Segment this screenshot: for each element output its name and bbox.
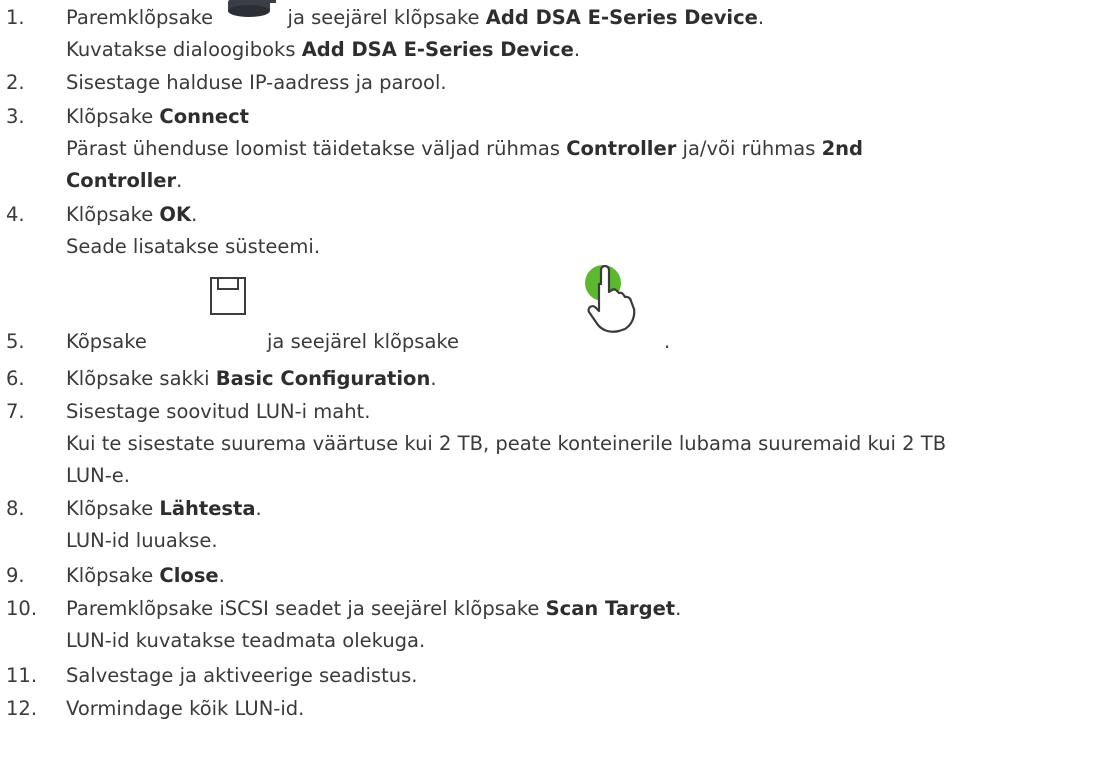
step-line: LUN-id kuvatakse teadmata olekuga.: [66, 629, 426, 652]
step-5-continuation: ja seejärel klõpsake: [267, 330, 460, 353]
step-line: Controller.: [66, 169, 183, 192]
step-line: Klõpsake OK.: [66, 203, 198, 226]
step-line: Pärast ühenduse loomist täidetakse välja…: [66, 137, 864, 160]
step-number: 2.: [6, 71, 25, 94]
step-5-period: .: [664, 330, 671, 353]
step-line: Vormindage kõik LUN-id.: [66, 697, 305, 720]
step-number: 3.: [6, 105, 25, 128]
step-line: Salvestage ja aktiveerige seadistus.: [66, 664, 418, 687]
page: { "steps": [ {"num": "1.", "l1a": "Parem…: [0, 0, 1110, 780]
step-line: Klõpsake Lähtesta.: [66, 497, 262, 520]
step-number: 10.: [6, 597, 38, 620]
step-number: 11.: [6, 664, 38, 687]
step-line: Sisestage halduse IP-aadress ja parool.: [66, 71, 447, 94]
step-line: Paremklõpsake iSCSI seadet ja seejärel k…: [66, 597, 682, 620]
step-line: Klõpsake Connect: [66, 105, 249, 128]
step-number: 9.: [6, 564, 25, 587]
step-line: LUN-id luuakse.: [66, 529, 218, 552]
save-icon: [209, 276, 247, 321]
step-number: 12.: [6, 697, 38, 720]
step-line: Paremklõpsake ja seejärel klõpsake Add D…: [66, 0, 764, 33]
step-line: Klõpsake Close.: [66, 564, 225, 587]
step-number: 7.: [6, 400, 25, 423]
storage-device-icon: [225, 0, 277, 29]
activate-hand-icon: [581, 262, 643, 339]
step-number: 4.: [6, 203, 25, 226]
step-line: LUN-e.: [66, 464, 130, 487]
step-line: Kõpsake: [66, 330, 147, 353]
step-number: 8.: [6, 497, 25, 520]
step-line: Kui te sisestate suurema väärtuse kui 2 …: [66, 432, 947, 455]
step-number: 5.: [6, 330, 25, 353]
step-number: 1.: [6, 6, 25, 29]
step-number: 6.: [6, 367, 25, 390]
step-line: Klõpsake sakki Basic Configuration.: [66, 367, 437, 390]
step-line: Seade lisatakse süsteemi.: [66, 235, 321, 258]
step-line: Sisestage soovitud LUN-i maht.: [66, 400, 371, 423]
step-line: Kuvatakse dialoogiboks Add DSA E-Series …: [66, 38, 581, 61]
